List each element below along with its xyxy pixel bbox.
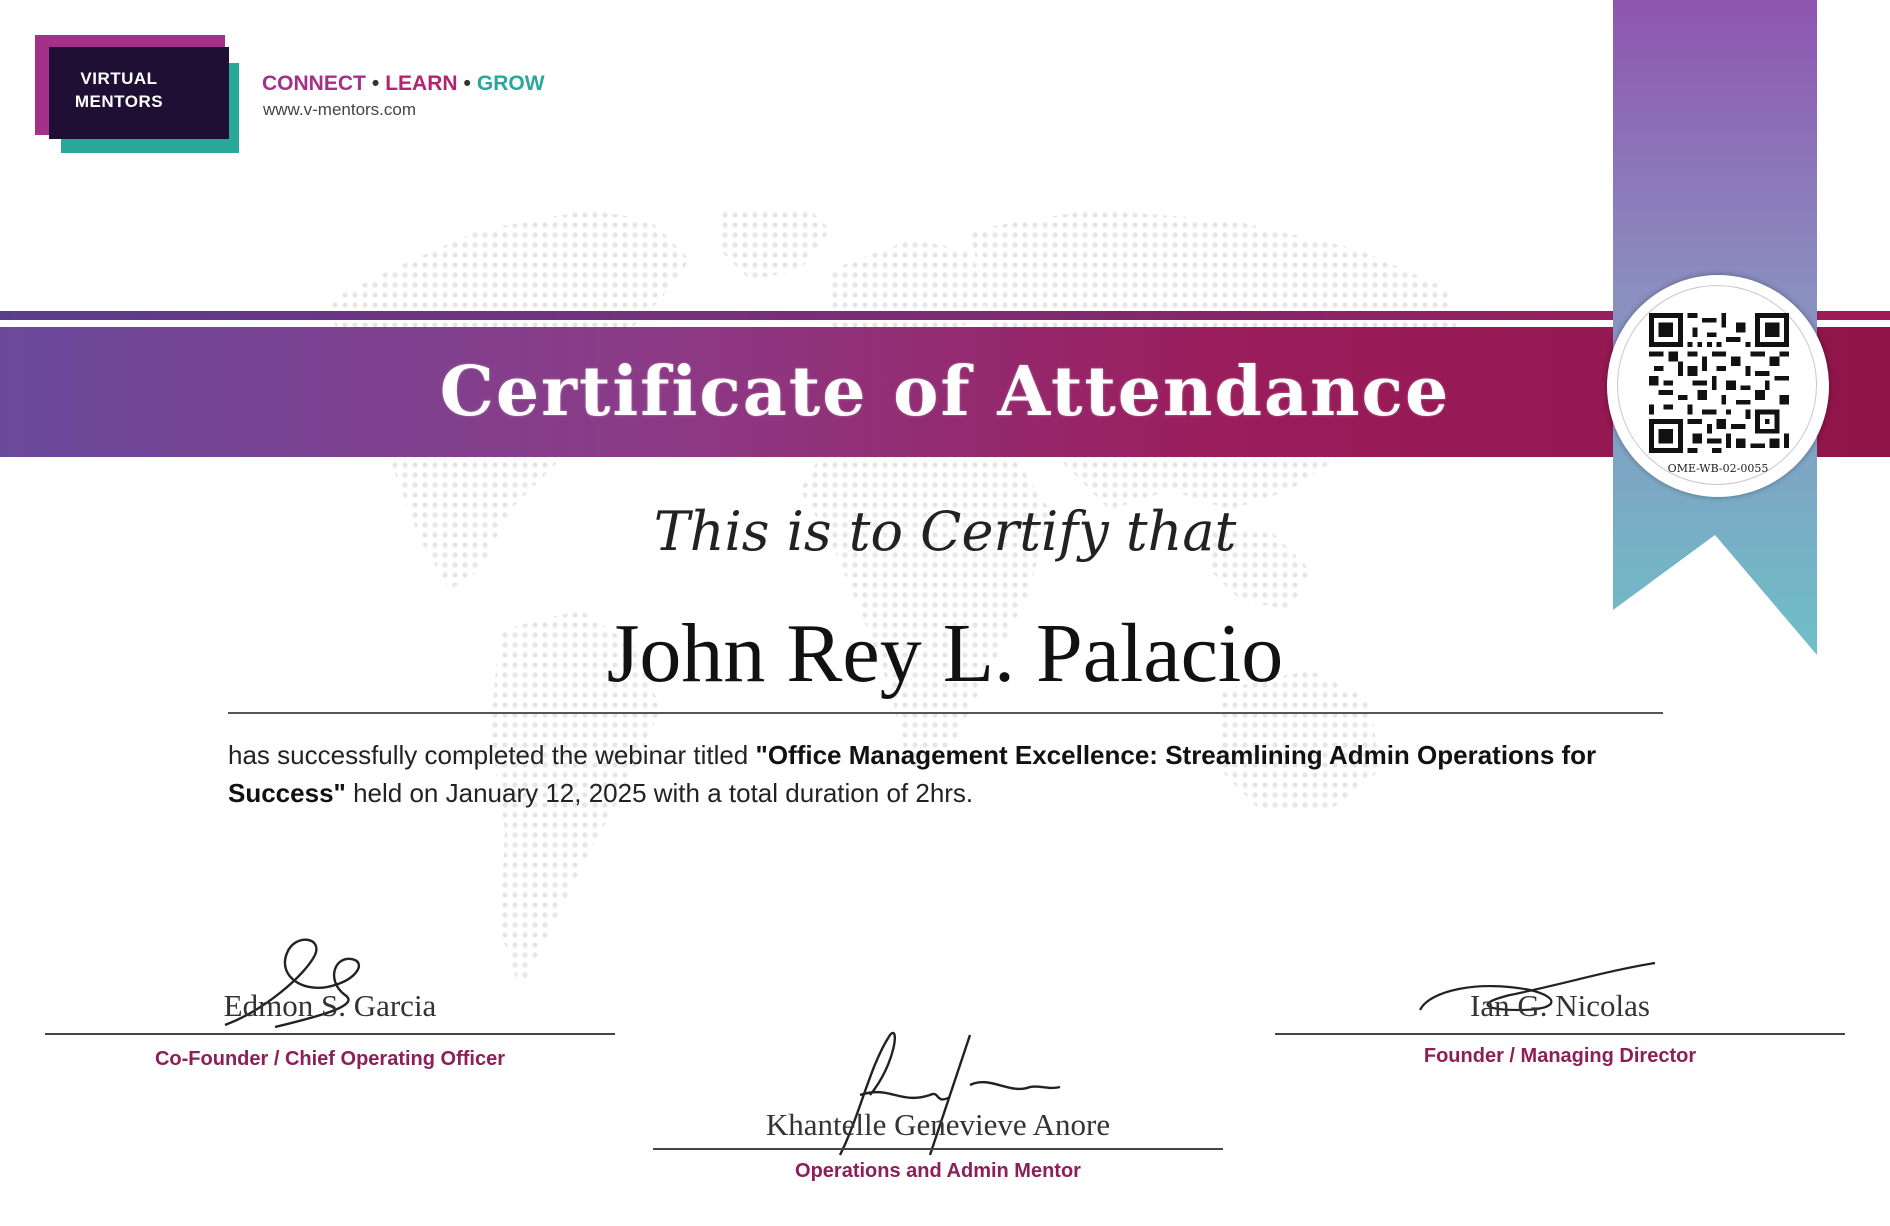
certificate-code: OME-WB-02-0055: [1667, 462, 1769, 475]
recipient-underline: [228, 712, 1663, 714]
recipient-name: John Rey L. Palacio: [606, 607, 1284, 700]
attendance-statement: has successfully completed the webinar t…: [228, 736, 1678, 812]
tagline-grow: GROW: [476, 72, 545, 95]
signatory-1-role: Co-Founder / Chief Operating Officer: [154, 1048, 505, 1070]
tagline-learn: LEARN: [385, 72, 458, 95]
statement-suffix: held on January 12, 2025 with a total du…: [345, 778, 974, 808]
signatory-1-line: [45, 1033, 615, 1035]
banner-top-stripe: [0, 311, 1890, 320]
signatory-1-name: Edmon S. Garcia: [223, 988, 437, 1023]
virtual-mentors-logo: VIRTUAL MENTORS: [35, 35, 240, 153]
tagline-separator: •: [371, 72, 380, 95]
signature-scribble-2: [838, 1031, 1061, 1156]
certify-phrase: This is to Certify that: [653, 500, 1237, 563]
logo-line-2: MENTORS: [74, 92, 164, 111]
signatory-3-line: [1275, 1033, 1845, 1035]
logo-line-1: VIRTUAL: [80, 69, 158, 88]
signatory-2-line: [653, 1148, 1223, 1150]
tagline-connect: CONNECT: [262, 72, 366, 95]
statement-prefix: has successfully completed the webinar t…: [228, 740, 756, 770]
signatory-2-role: Operations and Admin Mentor: [795, 1160, 1081, 1182]
signatory-3-name: Ian G. Nicolas: [1470, 988, 1650, 1023]
logo-text: VIRTUAL MENTORS: [49, 67, 189, 113]
website-url: www.v-mentors.com: [263, 100, 417, 119]
certificate: VIRTUAL MENTORS CONNECT • LEARN • GROW www.v…: [0, 0, 1890, 1226]
tagline: CONNECT • LEARN • GROW: [262, 72, 545, 96]
signatory-3-role: Founder / Managing Director: [1423, 1045, 1697, 1067]
qr-seal: OME-WB-02-0055: [1607, 275, 1829, 497]
signatory-2-name: Khantelle Genevieve Anore: [765, 1107, 1111, 1142]
qr-code-icon: [1649, 313, 1789, 453]
tagline-separator: •: [463, 72, 471, 95]
